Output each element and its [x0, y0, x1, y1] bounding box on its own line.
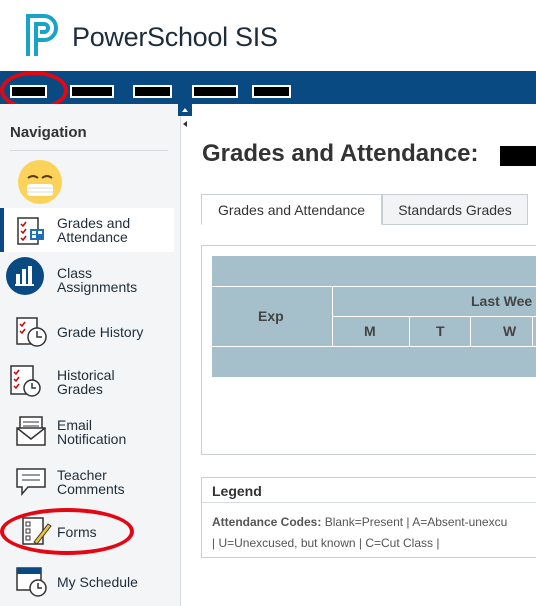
grid-divider	[212, 286, 536, 287]
app-title: PowerSchool SIS	[72, 22, 278, 52]
app-header: PowerSchool SIS	[0, 0, 536, 71]
grid-divider	[532, 316, 533, 346]
comments-icon	[16, 468, 46, 497]
sidebar-title: Navigation	[10, 124, 87, 141]
avatar-emoji-icon	[18, 160, 62, 204]
sidebar-item-label: Teacher	[57, 467, 107, 483]
navbar-item-redacted-2[interactable]	[70, 85, 114, 98]
sidebar-item-grade-history[interactable]: Grade History	[0, 308, 178, 352]
sidebar-item-my-schedule[interactable]: My Schedule	[0, 558, 178, 602]
schedule-icon	[16, 567, 47, 597]
sidebar-item-teacher-comments[interactable]: Teacher Comments	[0, 458, 178, 502]
sidebar-item-label: Class	[57, 265, 93, 281]
grid-divider	[409, 316, 410, 346]
sidebar-item-grades-and-attendance[interactable]: Grades and Attendance	[0, 208, 174, 252]
sidebar-item-label: Email	[57, 417, 93, 433]
legend-divider	[202, 502, 536, 503]
navbar-item-redacted-5[interactable]	[252, 85, 291, 98]
column-header-day: T	[436, 323, 445, 339]
column-header-exp: Exp	[258, 308, 284, 324]
column-group-header-last-week: Last Wee	[471, 293, 533, 309]
grid-divider	[212, 346, 536, 347]
legend-panel: Legend Attendance Codes: Blank=Present |…	[201, 477, 536, 558]
sidebar-item-label-line2: Notification	[57, 431, 127, 447]
attendance-grid: Exp Last Wee M T W	[212, 256, 536, 377]
grid-divider	[470, 316, 471, 346]
sidebar-item-label-line2: Attendance	[57, 229, 128, 245]
column-header-day: W	[503, 323, 517, 339]
tab-grades-and-attendance[interactable]: Grades and Attendance	[201, 194, 382, 225]
sidebar-item-label: Grades and	[57, 215, 131, 231]
attendance-codes-label: Attendance Codes:	[212, 515, 322, 529]
sidebar-item-email-notification[interactable]: Email Notification	[0, 408, 178, 452]
legend-title: Legend	[212, 483, 262, 499]
sidebar-item-class-assignments[interactable]: Class Assignments	[0, 256, 178, 300]
email-icon	[16, 416, 46, 446]
attendance-codes-line-2: | U=Unexcused, but known | C=Cut Class |	[212, 536, 440, 550]
page-title: Grades and Attendance:	[202, 140, 479, 167]
powerschool-logo-icon[interactable]	[24, 12, 64, 58]
sidebar-item-label: My Schedule	[57, 574, 138, 590]
sidebar-item-label-line2: Comments	[57, 481, 125, 497]
sidebar-item-label: Historical	[57, 367, 115, 383]
column-header-day: M	[364, 323, 376, 339]
highlight-oval-forms	[0, 508, 134, 555]
sidebar-item-historical-grades[interactable]: Historical Grades	[0, 358, 178, 402]
tab-standards-grades[interactable]: Standards Grades	[382, 194, 528, 225]
sidebar-item-label-line2: Grades	[57, 381, 103, 397]
attendance-codes-line-1: Attendance Codes: Blank=Present | A=Abse…	[212, 515, 507, 529]
collapse-sidebar-icon[interactable]	[178, 104, 192, 130]
grade-history-icon	[16, 317, 47, 347]
grid-divider	[332, 316, 536, 317]
sidebar-item-label: Grade History	[57, 324, 144, 340]
attendance-codes-values: Blank=Present | A=Absent-unexcu	[324, 515, 508, 529]
navbar-item-redacted-3[interactable]	[133, 85, 172, 98]
grid-divider	[332, 286, 333, 346]
sidebar-item-label-line2: Assignments	[57, 279, 138, 295]
top-navbar	[0, 71, 536, 104]
navbar-item-redacted-4[interactable]	[192, 85, 238, 98]
class-assignments-icon	[6, 257, 44, 295]
redacted-student-name	[500, 146, 536, 166]
sidebar-divider	[10, 150, 168, 151]
historical-grades-icon	[10, 365, 41, 397]
grades-attendance-icon	[17, 217, 44, 245]
